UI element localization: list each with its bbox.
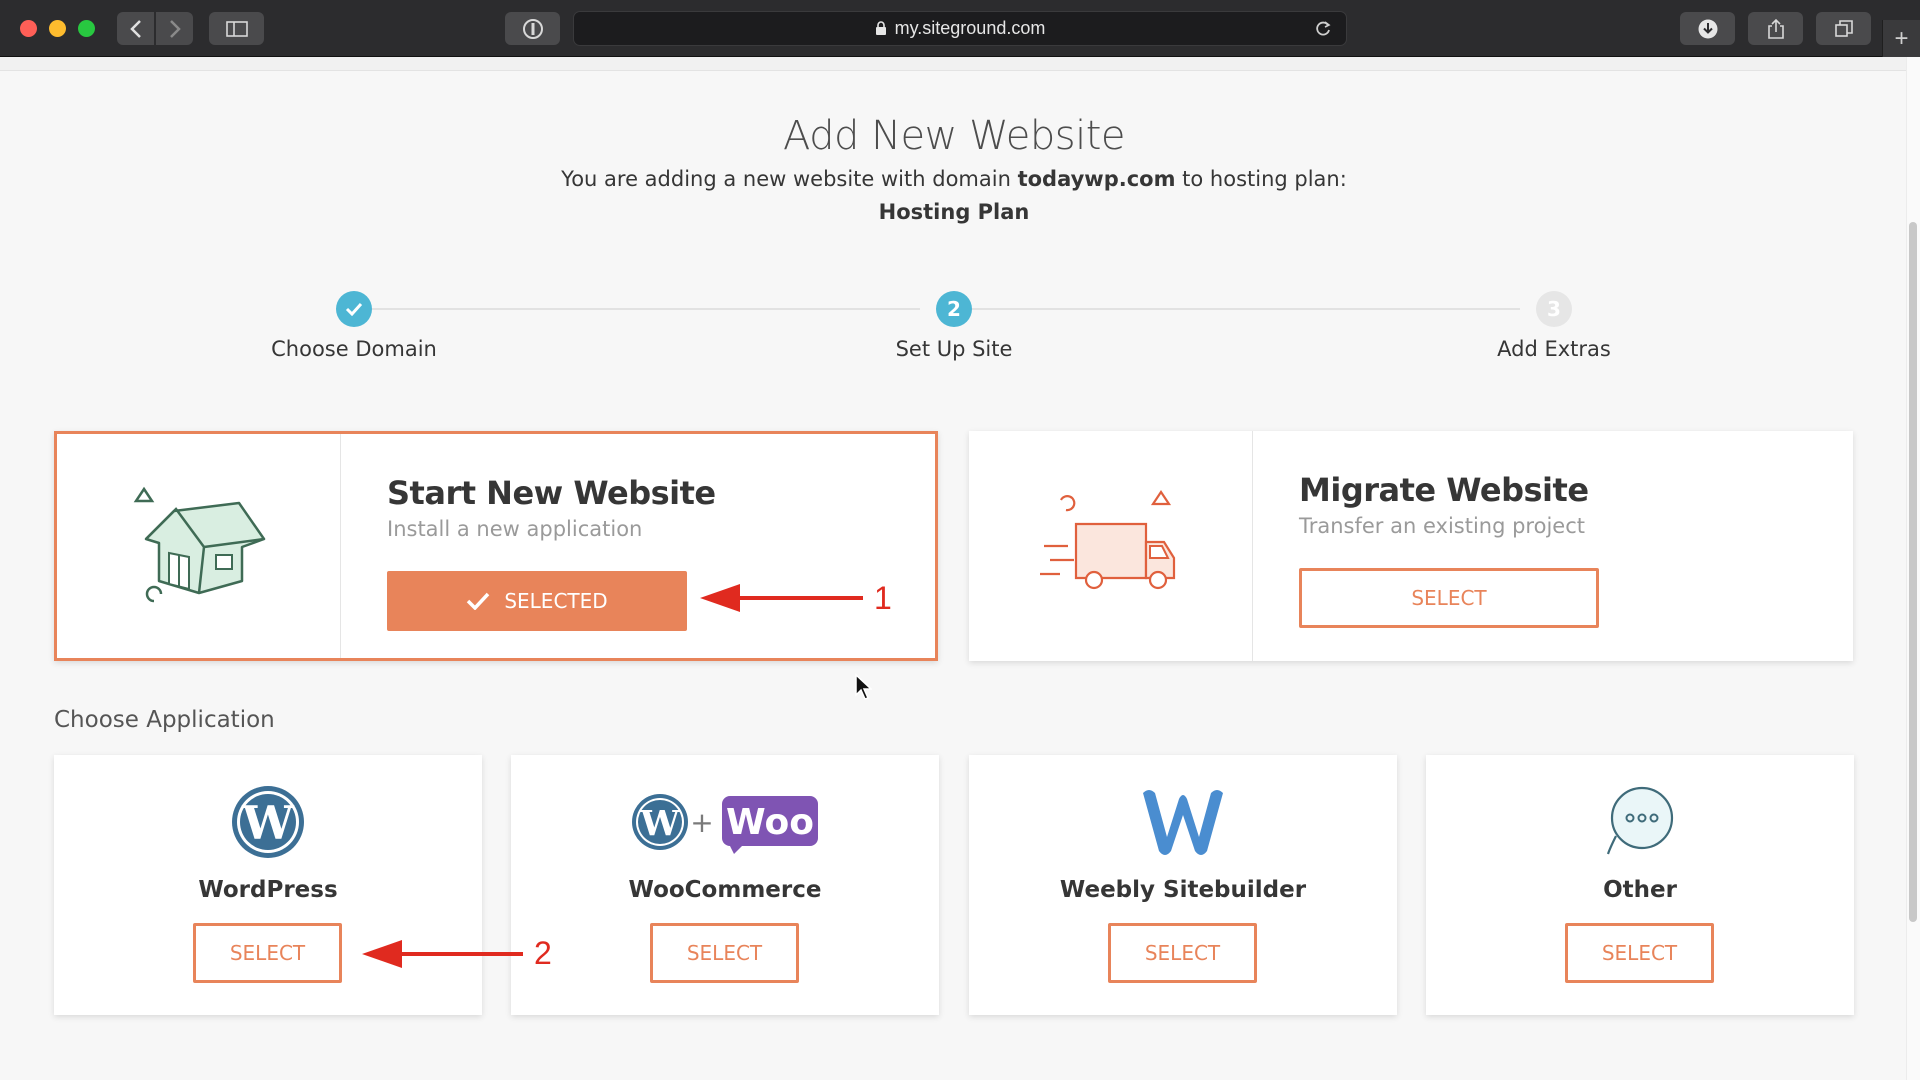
woocommerce-name: WooCommerce	[628, 877, 822, 903]
start-new-website-selected-button[interactable]: SELECTED	[387, 571, 687, 631]
tabs-overview-button[interactable]	[1816, 12, 1871, 45]
hosting-plan-name: Hosting Plan	[878, 200, 1030, 224]
annotation-arrow-1	[700, 584, 863, 612]
plus-icon: +	[1894, 24, 1909, 52]
migrate-website-illustration	[969, 431, 1253, 661]
migrate-website-title: Migrate Website	[1299, 471, 1589, 509]
downloads-button[interactable]	[1680, 12, 1735, 45]
weebly-app-card[interactable]: Weebly Sitebuilder SELECT	[969, 755, 1397, 1015]
house-icon	[133, 486, 265, 603]
other-name: Other	[1603, 877, 1677, 903]
browser-titlebar: my.siteground.com +	[0, 0, 1920, 57]
step-3-indicator: 3	[1536, 291, 1572, 327]
weebly-select-button[interactable]: SELECT	[1108, 923, 1257, 983]
address-bar[interactable]: my.siteground.com	[573, 11, 1347, 46]
woocommerce-icon: W + Woo	[632, 794, 818, 854]
other-select-button[interactable]: SELECT	[1565, 923, 1714, 983]
chevron-left-icon	[129, 19, 141, 38]
step-connector	[372, 308, 920, 310]
scrollbar[interactable]	[1906, 57, 1920, 1080]
tabs-icon	[1834, 19, 1853, 37]
migrate-website-subtitle: Transfer an existing project	[1299, 514, 1585, 538]
wordpress-icon: W	[232, 786, 304, 858]
other-app-card[interactable]: Other SELECT	[1426, 755, 1854, 1015]
checkmark-icon	[467, 592, 490, 610]
wordpress-select-button[interactable]: SELECT	[193, 923, 342, 983]
step-2-indicator: 2	[936, 291, 972, 327]
subtitle-prefix: You are adding a new website with domain	[561, 167, 1011, 191]
checkmark-icon	[345, 302, 363, 316]
wordpress-name: WordPress	[198, 877, 338, 903]
woocommerce-select-button[interactable]: SELECT	[650, 923, 799, 983]
onepassword-icon	[522, 18, 543, 39]
start-new-website-card[interactable]: Start New Website Install a new applicat…	[54, 431, 938, 661]
svg-text:Woo: Woo	[726, 802, 814, 843]
woocommerce-logo: W + Woo	[511, 783, 939, 861]
wordpress-app-card[interactable]: W WordPress SELECT	[54, 755, 482, 1015]
other-logo	[1426, 783, 1854, 861]
url-text: my.siteground.com	[894, 18, 1046, 38]
step-label-set-up-site: Set Up Site	[895, 337, 1013, 361]
page-top-strip	[0, 57, 1908, 71]
start-new-website-illustration	[57, 434, 341, 658]
start-new-website-subtitle: Install a new application	[387, 517, 643, 541]
page-subtitle: You are adding a new website with domain…	[0, 167, 1908, 191]
annotation-arrow-2	[362, 940, 523, 968]
forward-button[interactable]	[156, 12, 193, 45]
wordpress-logo: W	[54, 783, 482, 861]
annotation-label-2: 2	[534, 935, 552, 971]
step-label-add-extras: Add Extras	[1497, 337, 1611, 361]
sidebar-icon	[225, 20, 248, 37]
step-1-done-indicator	[336, 291, 372, 327]
step-connector	[972, 308, 1520, 310]
back-button[interactable]	[117, 12, 154, 45]
start-new-website-button-label: SELECTED	[504, 589, 608, 613]
share-button[interactable]	[1748, 12, 1803, 45]
download-icon	[1698, 19, 1717, 38]
migrate-website-card[interactable]: Migrate Website Transfer an existing pro…	[969, 431, 1853, 661]
svg-text:W: W	[639, 803, 680, 844]
truck-icon	[1039, 490, 1175, 590]
other-icon	[1606, 786, 1674, 855]
choose-application-heading: Choose Application	[54, 707, 275, 733]
annotation-label-1: 1	[874, 580, 892, 616]
lock-icon	[875, 21, 886, 35]
password-manager-button[interactable]	[505, 12, 560, 45]
close-window-button[interactable]	[20, 20, 37, 37]
reload-icon[interactable]	[1314, 20, 1332, 38]
svg-text:+: +	[690, 806, 713, 839]
migrate-website-select-button[interactable]: SELECT	[1299, 568, 1599, 628]
svg-text:W: W	[241, 796, 295, 850]
subtitle-suffix: to hosting plan:	[1182, 167, 1347, 191]
maximize-window-button[interactable]	[78, 20, 95, 37]
domain-name: todaywp.com	[1017, 167, 1176, 191]
weebly-icon	[1143, 790, 1223, 855]
start-new-website-title: Start New Website	[387, 474, 716, 512]
weebly-logo	[969, 783, 1397, 861]
chevron-right-icon	[169, 19, 181, 38]
sidebar-toggle-button[interactable]	[209, 12, 264, 45]
new-tab-button[interactable]: +	[1882, 20, 1920, 57]
mouse-cursor-icon	[855, 673, 872, 700]
weebly-name: Weebly Sitebuilder	[1059, 877, 1307, 903]
minimize-window-button[interactable]	[49, 20, 66, 37]
step-label-choose-domain: Choose Domain	[271, 337, 437, 361]
scrollbar-thumb[interactable]	[1909, 222, 1917, 922]
woocommerce-app-card[interactable]: W + Woo WooCommerce SELECT	[511, 755, 939, 1015]
page-title: Add New Website	[782, 113, 1126, 159]
share-icon	[1767, 18, 1784, 39]
